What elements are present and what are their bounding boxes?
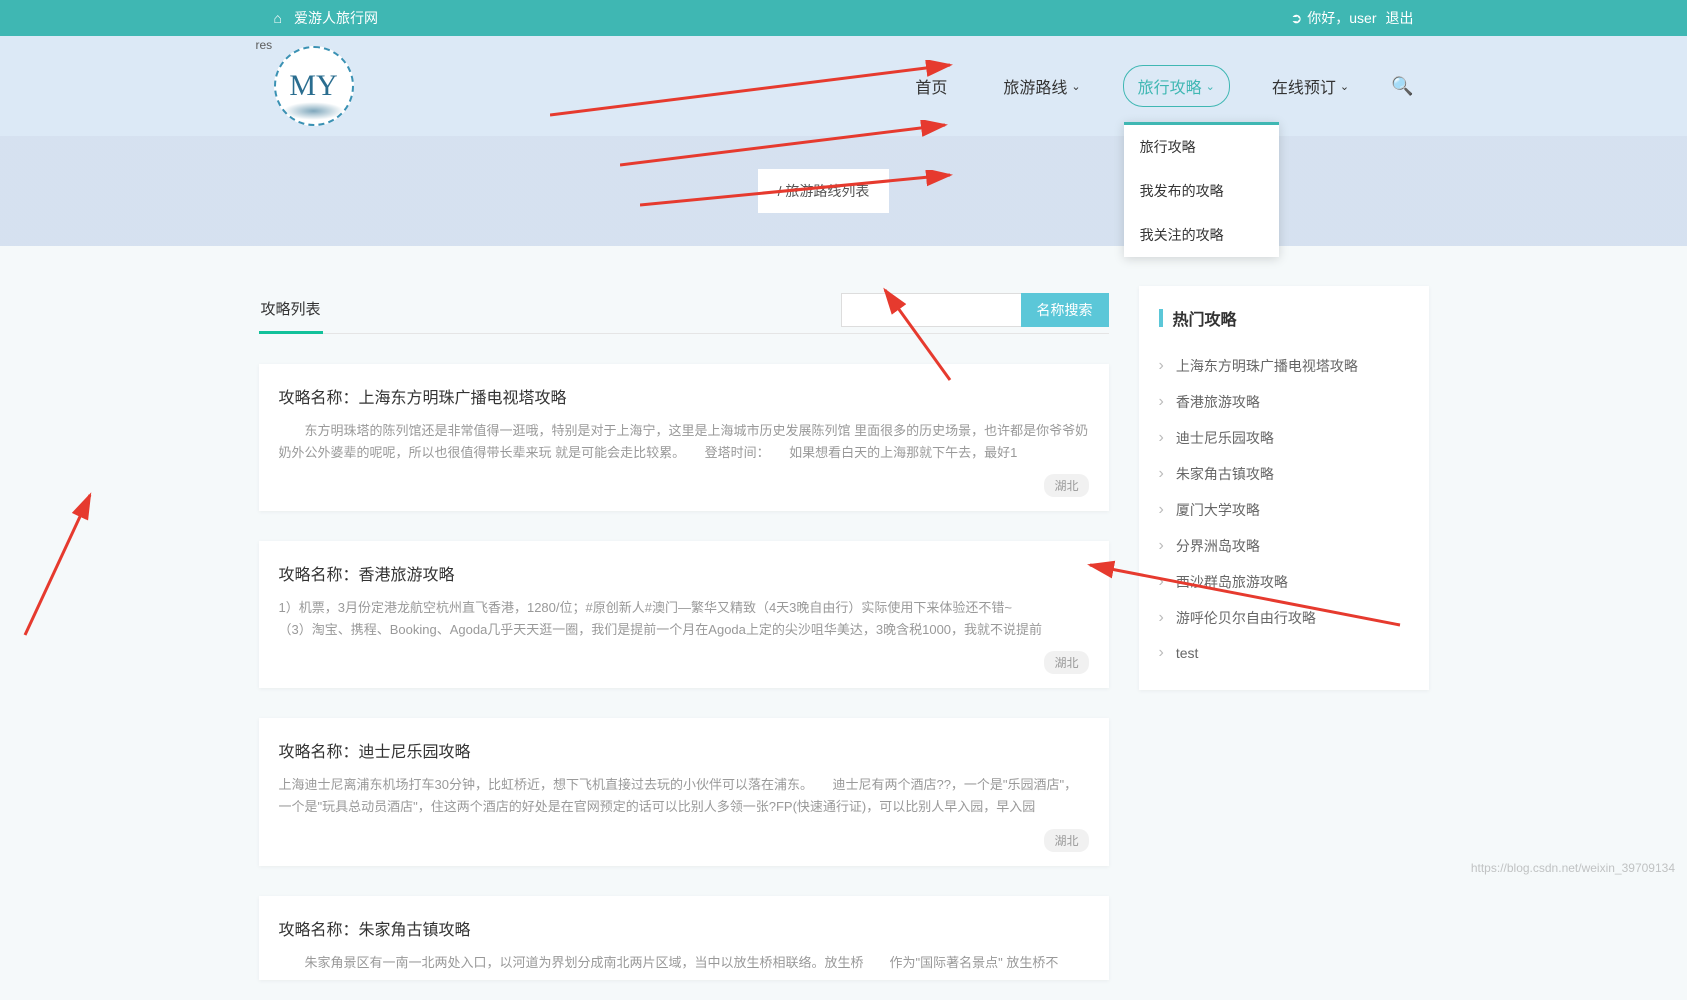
article-tag: 湖北	[1044, 474, 1088, 497]
article-title: 攻略名称：迪士尼乐园攻略	[279, 738, 1089, 762]
nav-routes[interactable]: 旅游路线 ⌄	[989, 66, 1094, 106]
sidebar-title: 热门攻略	[1159, 306, 1409, 330]
chevron-down-icon: ⌄	[1071, 80, 1080, 93]
article-desc: 东方明珠塔的陈列馆还是非常值得一逛哦，特别是对于上海宁，这里是上海城市历史发展陈…	[279, 420, 1089, 464]
nav-guides-label: 旅行攻略	[1138, 74, 1202, 98]
greeting: 你好，user	[1307, 8, 1376, 28]
nav-routes-label: 旅游路线	[1003, 74, 1067, 98]
article-title: 攻略名称：朱家角古镇攻略	[279, 916, 1089, 940]
nav-booking-label: 在线预订	[1272, 74, 1336, 98]
watermark: https://blog.csdn.net/weixin_39709134	[1471, 861, 1675, 875]
logout-link[interactable]: 退出	[1386, 8, 1414, 28]
home-icon[interactable]: ⌂	[274, 10, 282, 26]
logo-text: MY	[289, 69, 337, 103]
hot-item[interactable]: 迪士尼乐园攻略	[1159, 420, 1409, 456]
hot-list: 上海东方明珠广播电视塔攻略 香港旅游攻略 迪士尼乐园攻略 朱家角古镇攻略 厦门大…	[1159, 348, 1409, 670]
article-tag: 湖北	[1044, 651, 1088, 674]
site-name[interactable]: 爱游人旅行网	[294, 8, 378, 28]
chevron-down-icon: ⌄	[1340, 80, 1349, 93]
article-card[interactable]: 攻略名称：上海东方明珠广播电视塔攻略 东方明珠塔的陈列馆还是非常值得一逛哦，特别…	[259, 364, 1109, 511]
hot-item[interactable]: 香港旅游攻略	[1159, 384, 1409, 420]
sidebar: 热门攻略 上海东方明珠广播电视塔攻略 香港旅游攻略 迪士尼乐园攻略 朱家角古镇攻…	[1139, 286, 1429, 980]
banner: / 旅游路线列表	[0, 136, 1687, 246]
tab-title[interactable]: 攻略列表	[259, 286, 323, 334]
article-title: 攻略名称：香港旅游攻略	[279, 561, 1089, 585]
hot-item[interactable]: 西沙群岛旅游攻略	[1159, 564, 1409, 600]
hot-item[interactable]: 朱家角古镇攻略	[1159, 456, 1409, 492]
dropdown-item-followed[interactable]: 我关注的攻略	[1124, 213, 1279, 257]
main-nav: 首页 旅游路线 ⌄ 旅行攻略 ⌄ 旅行攻略 我发布的攻略 我关注的攻略 在线预订…	[901, 65, 1413, 107]
nav-booking[interactable]: 在线预订 ⌄	[1258, 66, 1363, 106]
logo-badge: res	[256, 38, 273, 52]
annotation-arrow	[20, 490, 100, 640]
login-icon: ➲	[1291, 10, 1303, 27]
search-icon[interactable]: 🔍	[1391, 76, 1413, 97]
top-bar: ⌂ 爱游人旅行网 ➲ 你好，user 退出	[0, 0, 1687, 36]
article-desc: 上海迪士尼离浦东机场打车30分钟，比虹桥近，想下飞机直接过去玩的小伙伴可以落在浦…	[279, 774, 1089, 818]
article-card[interactable]: 攻略名称：朱家角古镇攻略 朱家角景区有一南一北两处入口，以河道为界划分成南北两片…	[259, 896, 1109, 980]
article-card[interactable]: 攻略名称：香港旅游攻略 1）机票，3月份定港龙航空杭州直飞香港，1280/位；#…	[259, 541, 1109, 688]
breadcrumb: / 旅游路线列表	[758, 169, 890, 213]
sidebar-title-text: 热门攻略	[1173, 306, 1237, 330]
hot-item[interactable]: 上海东方明珠广播电视塔攻略	[1159, 348, 1409, 384]
hot-item[interactable]: 游呼伦贝尔自由行攻略	[1159, 600, 1409, 636]
article-card[interactable]: 攻略名称：迪士尼乐园攻略 上海迪士尼离浦东机场打车30分钟，比虹桥近，想下飞机直…	[259, 718, 1109, 865]
search-button[interactable]: 名称搜索	[1021, 293, 1109, 327]
header: res MY 首页 旅游路线 ⌄ 旅行攻略 ⌄ 旅行攻略 我发布的攻略 我关注的…	[0, 36, 1687, 136]
nav-home-label: 首页	[915, 74, 947, 98]
article-title: 攻略名称：上海东方明珠广播电视塔攻略	[279, 384, 1089, 408]
article-tag: 湖北	[1044, 829, 1088, 852]
chevron-down-icon: ⌄	[1206, 80, 1215, 93]
guides-dropdown: 旅行攻略 我发布的攻略 我关注的攻略	[1124, 122, 1279, 257]
logo[interactable]: MY	[274, 46, 354, 126]
hot-item[interactable]: 分界洲岛攻略	[1159, 528, 1409, 564]
main-content: 攻略列表 名称搜索 攻略名称：上海东方明珠广播电视塔攻略 东方明珠塔的陈列馆还是…	[259, 286, 1109, 980]
article-desc: 朱家角景区有一南一北两处入口，以河道为界划分成南北两片区域，当中以放生桥相联络。…	[279, 952, 1089, 974]
dropdown-item-guides[interactable]: 旅行攻略	[1124, 125, 1279, 169]
hot-item[interactable]: test	[1159, 636, 1409, 670]
hot-item[interactable]: 厦门大学攻略	[1159, 492, 1409, 528]
article-desc: 1）机票，3月份定港龙航空杭州直飞香港，1280/位；#原创新人#澳门—繁华又精…	[279, 597, 1089, 641]
nav-home[interactable]: 首页	[901, 66, 961, 106]
dropdown-item-my-posts[interactable]: 我发布的攻略	[1124, 169, 1279, 213]
search-input[interactable]	[841, 293, 1021, 327]
title-bar-icon	[1159, 309, 1163, 327]
nav-guides[interactable]: 旅行攻略 ⌄ 旅行攻略 我发布的攻略 我关注的攻略	[1123, 65, 1230, 107]
